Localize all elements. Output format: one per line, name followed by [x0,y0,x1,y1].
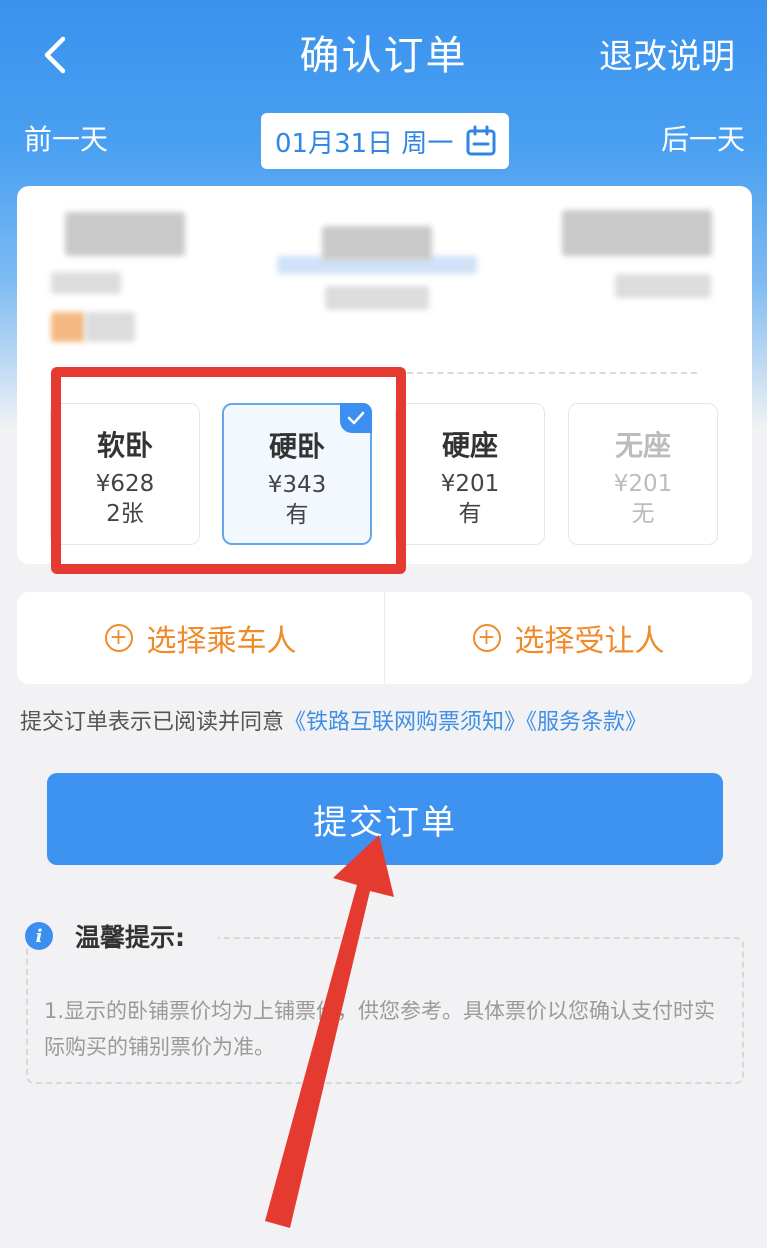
seat-availability: 有 [285,502,309,528]
tips-title: 温馨提示: [75,923,185,952]
seat-name: 无座 [614,429,671,462]
plus-circle-icon: + [104,624,133,652]
terms-of-service-link[interactable]: 《服务条款》 [526,710,647,735]
selected-badge [340,403,372,433]
select-beneficiary-label: 选择受让人 [514,624,665,659]
agreement-line: 提交订单表示已阅读并同意《铁路互联网购票须知》《服务条款》 [20,707,647,739]
submit-order-button[interactable]: 提交订单 [47,773,723,865]
redacted-departure-station [51,272,121,294]
tips-text: 1.显示的卧铺票价均为上铺票价，供您参考。具体票价以您确认支付时实际购买的铺别票… [44,999,716,1059]
tips-box: 1.显示的卧铺票价均为上铺票价，供您参考。具体票价以您确认支付时实际购买的铺别票… [24,933,744,1084]
prev-day-button[interactable]: 前一天 [24,120,108,160]
date-text: 01月31日 周一 [275,128,454,159]
redacted-train-number [322,226,432,260]
redacted-arrival-time [562,210,712,256]
seat-price: ¥201 [613,471,673,497]
seat-price: ¥343 [267,472,327,498]
seat-availability: 2张 [106,501,144,527]
seat-price: ¥201 [440,471,500,497]
seat-name: 软卧 [96,429,153,462]
date-bar: 前一天 01月31日 周一 后一天 [0,110,767,170]
seat-option-hard-seat[interactable]: 硬座 ¥201 有 [395,403,545,545]
seat-name: 硬座 [441,429,498,462]
nav-bar: 确认订单 退改说明 [0,0,767,110]
redacted-badge-text [85,312,135,342]
plus-circle-icon: + [472,624,501,652]
seat-option-hard-sleeper[interactable]: 硬卧 ¥343 有 [222,403,372,545]
select-beneficiary-button[interactable]: + 选择受让人 [384,592,752,684]
tips-header: i 温馨提示: [25,918,185,954]
passenger-card: + 选择乘车人 + 选择受让人 [17,592,752,684]
seat-option-soft-sleeper[interactable]: 软卧 ¥628 2张 [50,403,200,545]
redacted-duration [325,286,429,310]
seat-availability: 有 [458,501,482,527]
redacted-departure-time [65,212,185,256]
checkmark-icon [347,411,365,425]
select-passenger-button[interactable]: + 选择乘车人 [17,592,384,684]
seat-price: ¥628 [95,471,155,497]
calendar-icon [466,125,496,156]
next-day-button[interactable]: 后一天 [661,120,745,160]
train-info-card: 软卧 ¥628 2张 硬卧 ¥343 有 硬座 ¥201 有 无座 ¥201 无 [17,186,752,564]
select-passenger-label: 选择乘车人 [146,624,297,659]
seat-option-standing[interactable]: 无座 ¥201 无 [568,403,718,545]
redacted-arrival-station [615,274,711,298]
seat-availability: 无 [631,501,655,527]
refund-rules-link[interactable]: 退改说明 [599,34,735,80]
divider [407,372,697,374]
agreement-text: 提交订单表示已阅读并同意 [20,710,285,735]
info-icon: i [25,922,53,950]
purchase-notice-link[interactable]: 《铁路互联网购票须知》 [284,710,526,735]
seat-name: 硬卧 [268,430,325,463]
redacted-badge [51,312,85,342]
date-picker[interactable]: 01月31日 周一 [261,113,509,169]
